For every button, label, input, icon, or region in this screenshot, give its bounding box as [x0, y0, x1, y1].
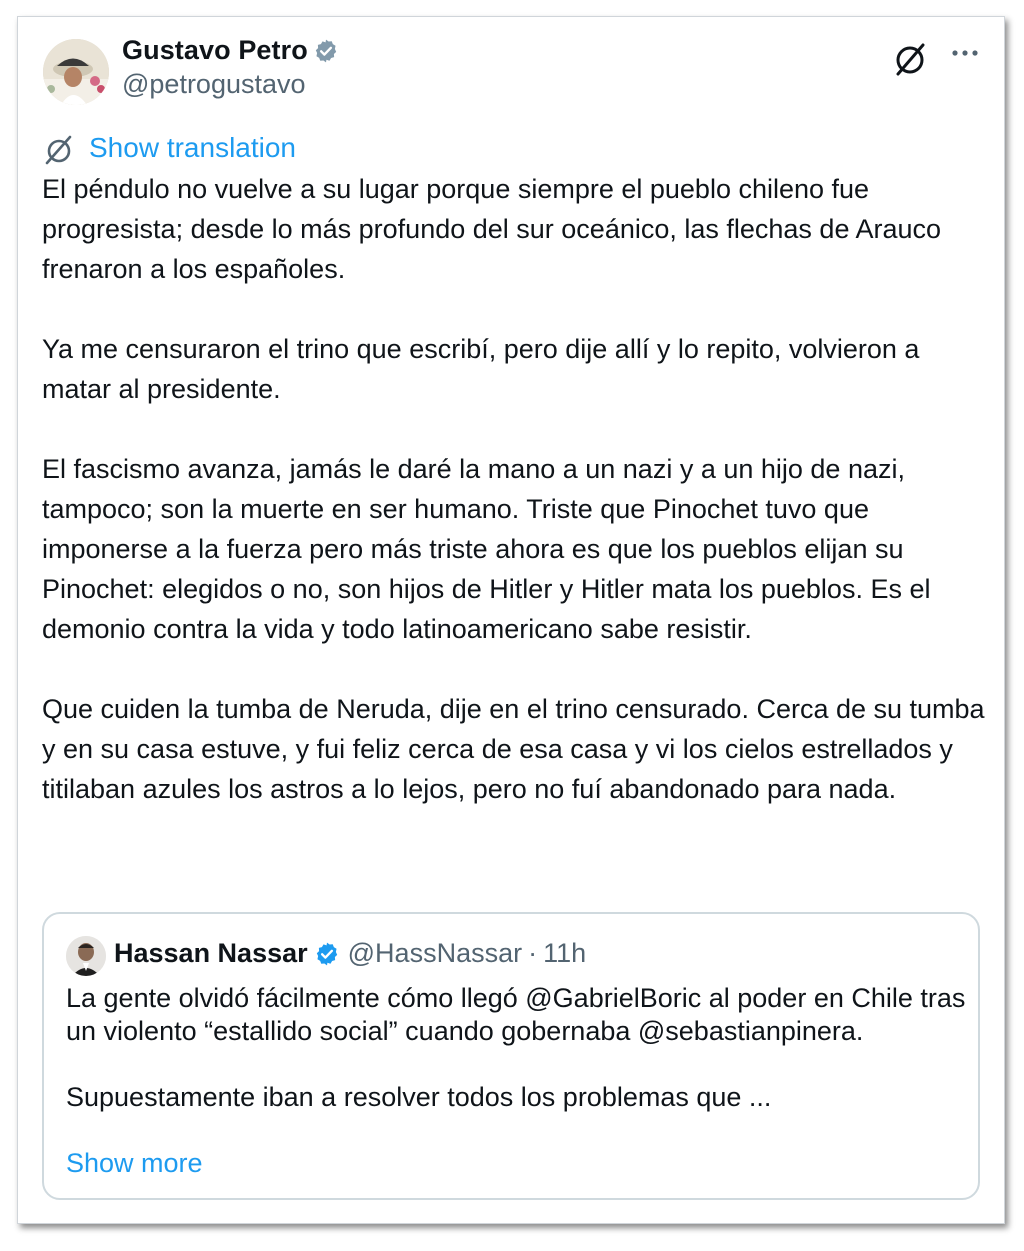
quoted-timestamp[interactable]: 11h: [543, 938, 586, 969]
avatar-photo: [66, 936, 106, 976]
verified-badge-icon[interactable]: [313, 38, 339, 64]
quoted-tweet[interactable]: Hassan Nassar @HassNassar · 11h La gente…: [42, 912, 980, 1200]
tweet-text: El péndulo no vuelve a su lugar porque s…: [42, 174, 985, 804]
quoted-header: Hassan Nassar @HassNassar · 11h: [114, 938, 586, 969]
quoted-author-avatar[interactable]: [66, 936, 106, 976]
more-options-icon[interactable]: [948, 41, 982, 65]
quoted-author-name[interactable]: Hassan Nassar: [114, 938, 308, 969]
author-avatar[interactable]: [43, 39, 109, 105]
quoted-author-handle[interactable]: @HassNassar: [348, 938, 522, 969]
show-translation-link[interactable]: Show translation: [41, 129, 296, 167]
grok-slash-icon[interactable]: [890, 39, 930, 79]
quoted-text: La gente olvidó fácilmente cómo llegó @G…: [66, 983, 966, 1112]
quoted-verified-badge-icon[interactable]: [314, 941, 340, 967]
translate-slash-icon: [41, 129, 79, 167]
author-name[interactable]: Gustavo Petro: [122, 35, 308, 66]
avatar-photo: [43, 39, 109, 105]
show-translation-label: Show translation: [89, 132, 297, 163]
author-handle[interactable]: @petrogustavo: [122, 69, 306, 100]
author-name-row: Gustavo Petro: [122, 35, 339, 66]
tweet-card: Gustavo Petro @petrogustavo Show transla…: [17, 16, 1005, 1224]
show-more-link[interactable]: Show more: [66, 1148, 203, 1179]
separator-dot: ·: [528, 938, 538, 968]
